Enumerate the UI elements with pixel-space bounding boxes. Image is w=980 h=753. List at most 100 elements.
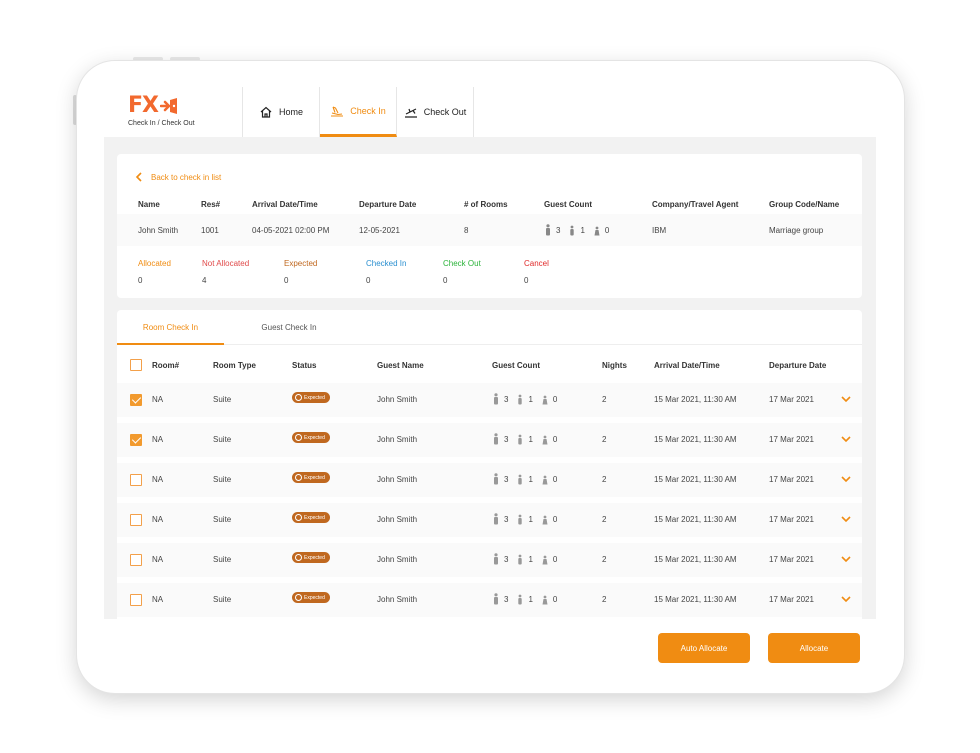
infant-count: 0 [552, 514, 558, 524]
col-header: Guest Count [544, 200, 592, 209]
back-to-list-link[interactable]: Back to check in list [135, 172, 221, 182]
row-guest-name: John Smith [377, 555, 418, 564]
row-departure: 17 Mar 2021 [769, 595, 814, 604]
child-count: 1 [528, 474, 533, 484]
room-list-card: Room Check In Guest Check In Room# Room … [117, 310, 862, 640]
room-number: NA [152, 395, 164, 404]
row-nights: 2 [602, 475, 607, 484]
status-text: Expected [304, 594, 325, 601]
status-label: Cancel [524, 259, 549, 268]
check-in-icon [331, 105, 344, 117]
row-nights: 2 [602, 395, 607, 404]
status-expected: Expected 0 [284, 259, 317, 285]
row-nights: 2 [602, 515, 607, 524]
col-header: Arrival Date/Time [252, 200, 318, 209]
adult-count: 3 [504, 514, 509, 524]
select-all-checkbox[interactable] [130, 359, 142, 371]
action-footer: Auto Allocate Allocate [104, 619, 876, 665]
row-guest-name: John Smith [377, 395, 418, 404]
table-row[interactable]: NA Suite Expected John Smith 3 1 0 2 15 … [117, 543, 862, 577]
status-text: Expected [304, 394, 325, 401]
nav-tab-check-out[interactable]: Check Out [397, 87, 474, 137]
row-checkbox[interactable] [130, 394, 142, 406]
child-icon [518, 474, 523, 485]
nav-tab-check-in[interactable]: Check In [320, 87, 397, 137]
status-allocated: Allocated 0 [138, 259, 171, 285]
status-not-allocated: Not Allocated 4 [202, 259, 249, 285]
infant-count: 0 [552, 474, 558, 484]
chevron-down-icon[interactable] [840, 554, 852, 564]
room-subtabs: Room Check In Guest Check In [117, 310, 862, 345]
row-guest-count: 3 1 0 [492, 513, 557, 525]
room-type: Suite [213, 395, 232, 404]
arrival-datetime: 04-05-2021 02:00 PM [252, 226, 330, 235]
row-checkbox[interactable] [130, 434, 142, 446]
child-count: 1 [528, 434, 533, 444]
row-checkbox[interactable] [130, 474, 142, 486]
guest-name: John Smith [138, 226, 179, 235]
table-row[interactable]: NA Suite Expected John Smith 3 1 0 2 15 … [117, 423, 862, 457]
clock-icon [295, 434, 302, 441]
table-row[interactable]: NA Suite Expected John Smith 3 1 0 2 15 … [117, 383, 862, 417]
col-header: # of Rooms [464, 200, 508, 209]
row-guest-name: John Smith [377, 595, 418, 604]
infant-icon [542, 595, 548, 605]
status-value: 0 [284, 276, 289, 285]
status-badge: Expected [292, 432, 330, 443]
col-header: Status [292, 361, 317, 370]
adult-icon [494, 513, 498, 525]
infant-count: 0 [552, 554, 558, 564]
infant-count: 0 [552, 434, 558, 444]
row-arrival: 15 Mar 2021, 11:30 AM [654, 555, 737, 564]
chevron-down-icon[interactable] [840, 434, 852, 444]
status-cancel: Cancel 0 [524, 259, 549, 285]
status-badge: Expected [292, 512, 330, 523]
chevron-down-icon[interactable] [840, 594, 852, 604]
room-number: NA [152, 475, 164, 484]
guest-count: 3 1 0 [544, 224, 609, 236]
app-screen: FX Check In / Check Out Home Check In Ch… [104, 87, 876, 665]
table-row[interactable]: NA Suite Expected John Smith 3 1 0 2 15 … [117, 503, 862, 537]
allocate-button[interactable]: Allocate [768, 633, 860, 663]
infant-icon [594, 226, 600, 236]
reservation-summary-card: Back to check in list Name Res# Arrival … [117, 154, 862, 298]
col-header: Room# [152, 361, 180, 370]
col-header: Res# [201, 200, 221, 209]
logo-text: FX [128, 93, 159, 118]
infant-count: 0 [552, 594, 558, 604]
row-departure: 17 Mar 2021 [769, 395, 814, 404]
row-checkbox[interactable] [130, 514, 142, 526]
clock-icon [295, 394, 302, 401]
row-nights: 2 [602, 555, 607, 564]
nav-tab-label: Check Out [423, 107, 467, 117]
logo-door-icon [160, 98, 177, 114]
auto-allocate-button[interactable]: Auto Allocate [658, 633, 750, 663]
tab-room-check-in[interactable]: Room Check In [117, 310, 224, 345]
chevron-down-icon[interactable] [840, 394, 852, 404]
status-value: 0 [443, 276, 448, 285]
table-row[interactable]: NA Suite Expected John Smith 3 1 0 2 15 … [117, 583, 862, 617]
adult-count: 3 [504, 434, 509, 444]
nav-tab-home[interactable]: Home [243, 87, 320, 137]
clock-icon [295, 514, 302, 521]
chevron-down-icon[interactable] [840, 514, 852, 524]
status-value: 0 [524, 276, 529, 285]
tab-guest-check-in[interactable]: Guest Check In [239, 310, 339, 345]
adult-icon [494, 433, 498, 445]
row-checkbox[interactable] [130, 554, 142, 566]
col-header: Group Code/Name [769, 200, 840, 209]
row-departure: 17 Mar 2021 [769, 475, 814, 484]
summary-data-row: John Smith 1001 04-05-2021 02:00 PM 12-0… [117, 214, 862, 246]
row-checkbox[interactable] [130, 594, 142, 606]
infant-count: 0 [604, 225, 610, 235]
check-out-icon [404, 108, 417, 118]
status-badge: Expected [292, 592, 330, 603]
status-badge: Expected [292, 552, 330, 563]
clock-icon [295, 554, 302, 561]
departure-date: 12-05-2021 [359, 226, 400, 235]
table-row[interactable]: NA Suite Expected John Smith 3 1 0 2 15 … [117, 463, 862, 497]
chevron-down-icon[interactable] [840, 474, 852, 484]
adult-icon [546, 224, 550, 236]
child-count: 1 [580, 225, 585, 235]
row-departure: 17 Mar 2021 [769, 515, 814, 524]
